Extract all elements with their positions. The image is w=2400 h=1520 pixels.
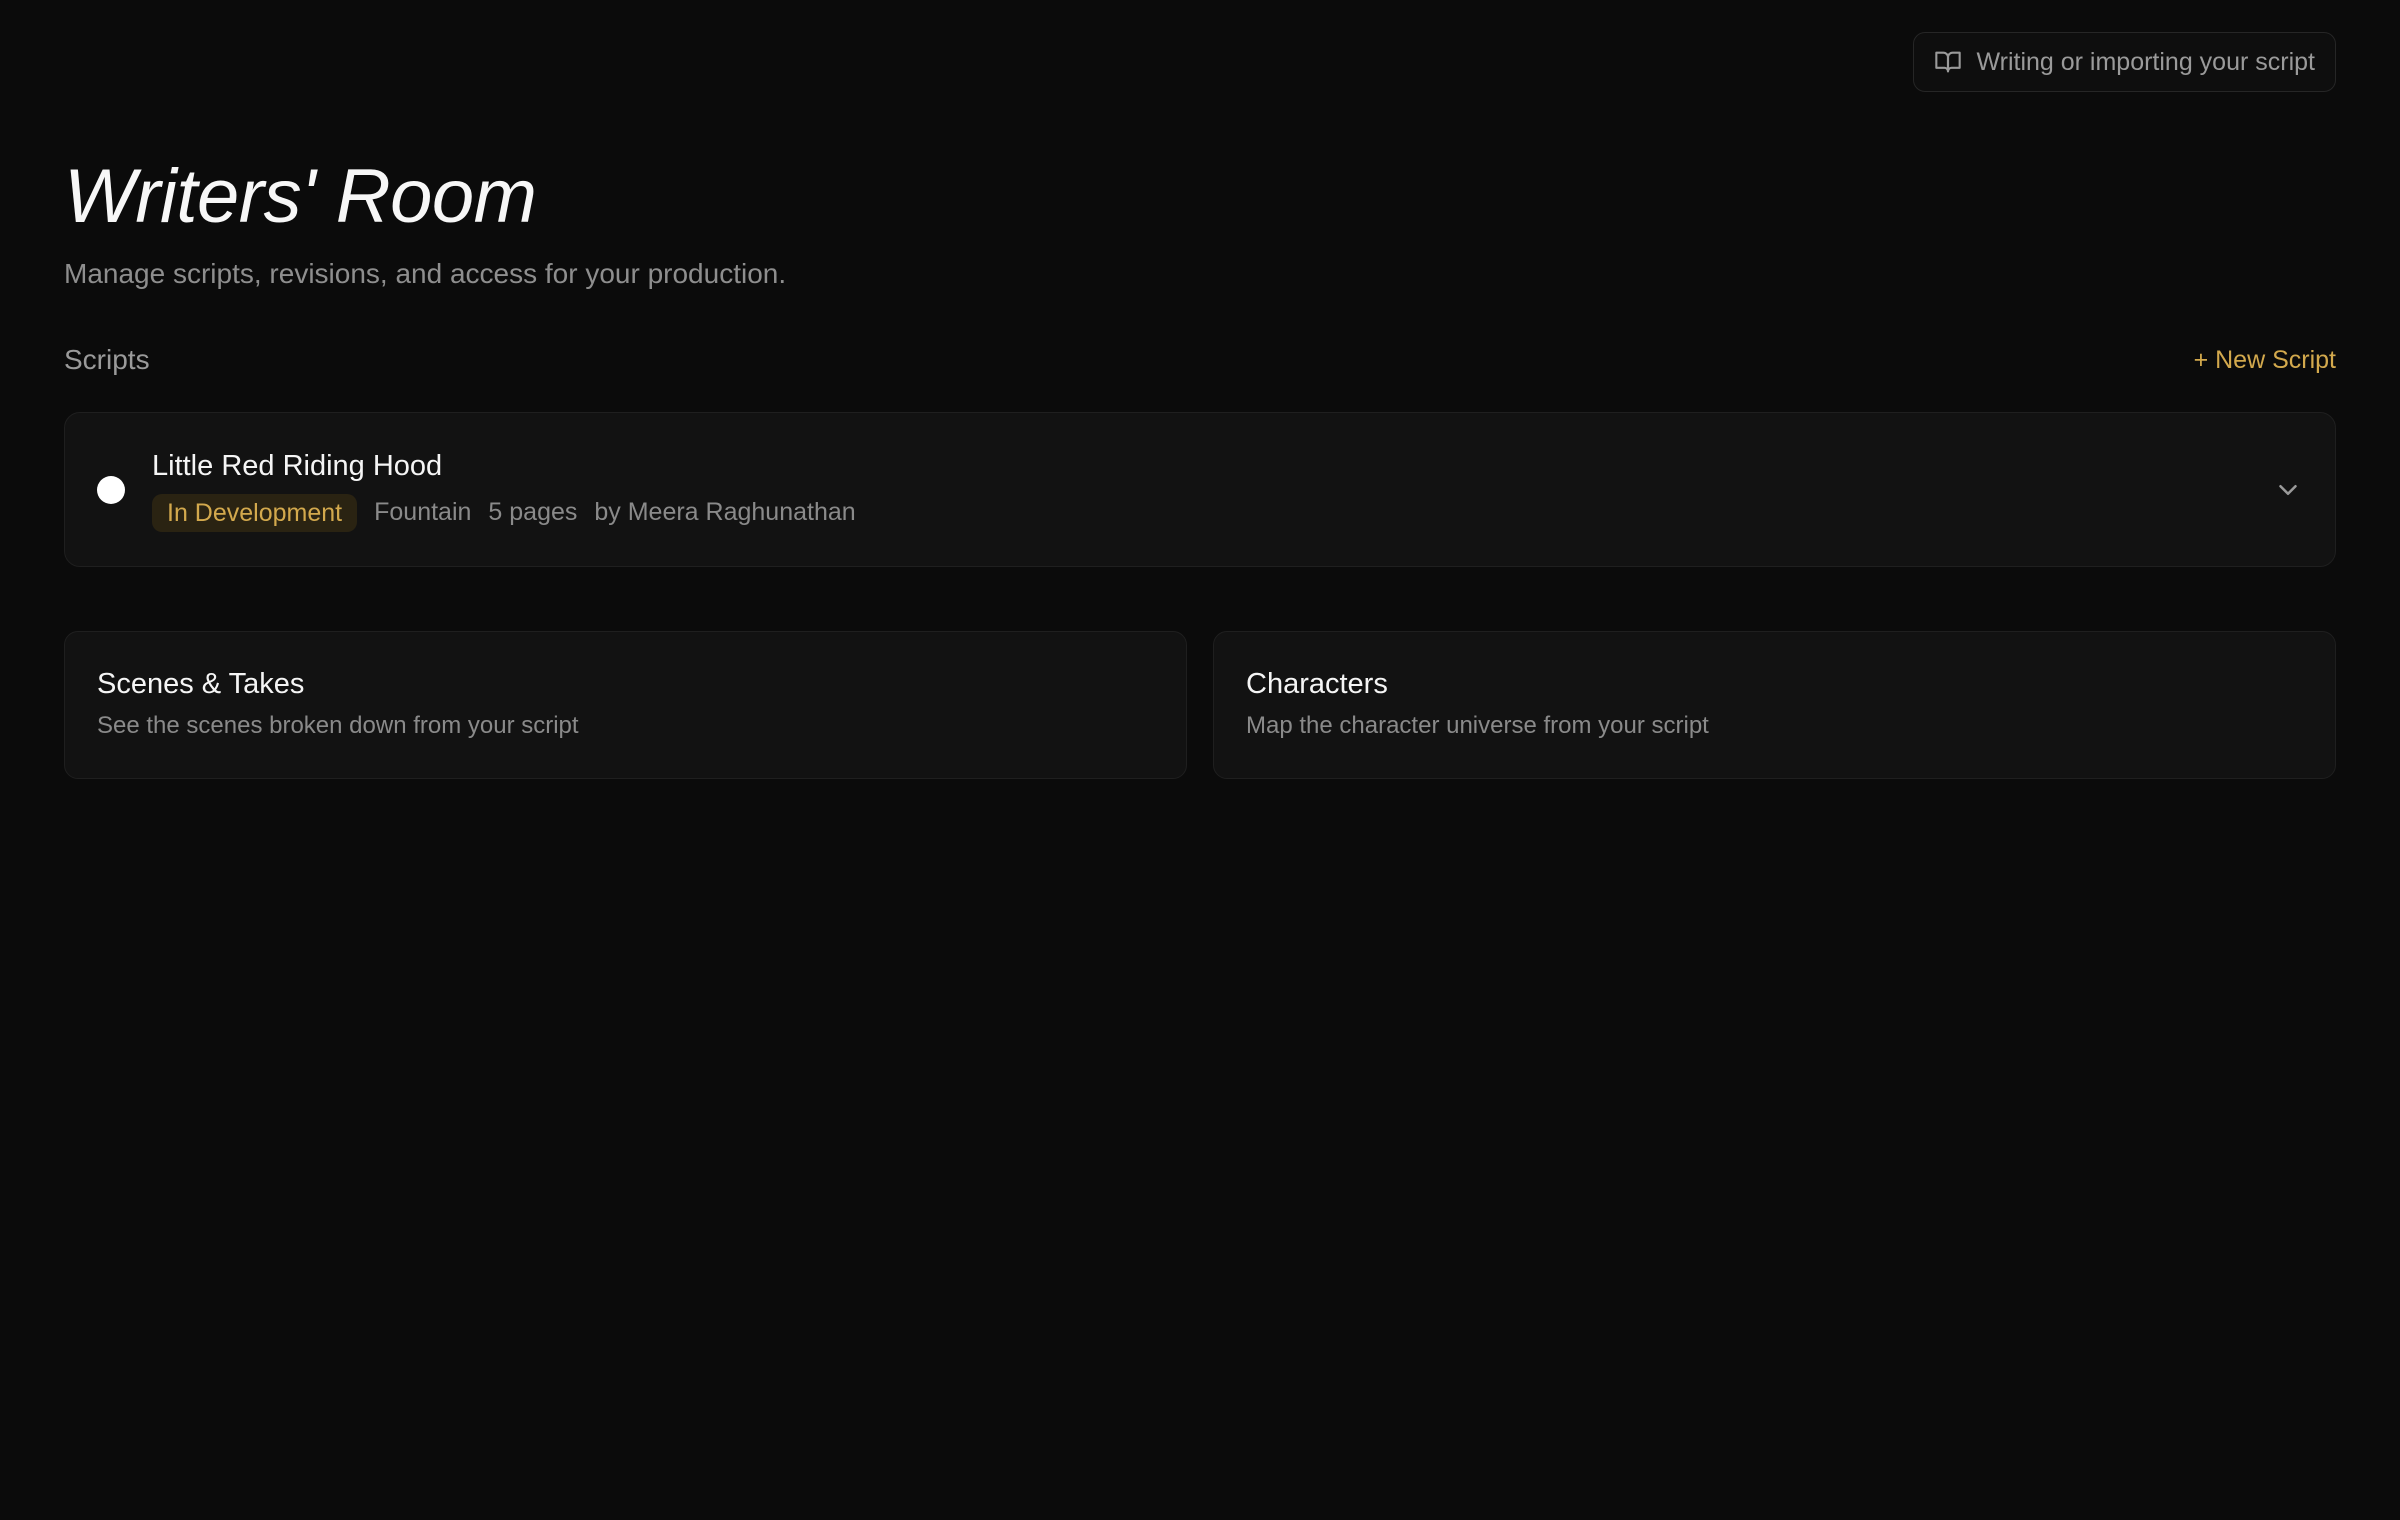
page-subtitle: Manage scripts, revisions, and access fo… <box>64 258 787 289</box>
help-link-writing-importing[interactable]: Writing or importing your script <box>1913 32 2336 92</box>
script-info: Little Red Riding Hood In Development Fo… <box>152 448 2273 532</box>
book-open-icon <box>1934 48 1962 76</box>
script-title: Little Red Riding Hood <box>152 449 443 482</box>
scripts-section-header: Scripts + New Script <box>64 340 2336 380</box>
script-author: by Meera Raghunathan <box>594 498 856 526</box>
status-dot-icon <box>97 475 125 504</box>
writers-room-page: Writing or importing your script Writers… <box>0 0 2400 1520</box>
script-page-count: 5 pages <box>488 498 578 526</box>
feature-tiles: Scenes & Takes See the scenes broken dow… <box>64 631 2336 779</box>
characters-tile[interactable]: Characters Map the character universe fr… <box>1213 631 2336 779</box>
script-meta: In Development Fountain 5 pages by Meera… <box>152 493 2273 532</box>
tile-description: See the scenes broken down from your scr… <box>97 712 579 739</box>
help-link-label: Writing or importing your script <box>1976 47 2315 76</box>
tile-description: Map the character universe from your scr… <box>1246 712 1709 739</box>
scripts-section-title: Scripts <box>64 344 150 375</box>
script-card[interactable]: Little Red Riding Hood In Development Fo… <box>64 412 2336 567</box>
tile-title: Scenes & Takes <box>97 668 305 700</box>
status-badge: In Development <box>152 493 358 532</box>
tile-title: Characters <box>1246 668 1388 700</box>
new-script-button[interactable]: + New Script <box>2194 346 2336 375</box>
chevron-down-icon[interactable] <box>2273 475 2303 505</box>
scenes-takes-tile[interactable]: Scenes & Takes See the scenes broken dow… <box>64 631 1187 779</box>
script-format: Fountain <box>374 498 472 526</box>
page-title: Writers' Room <box>64 154 537 239</box>
